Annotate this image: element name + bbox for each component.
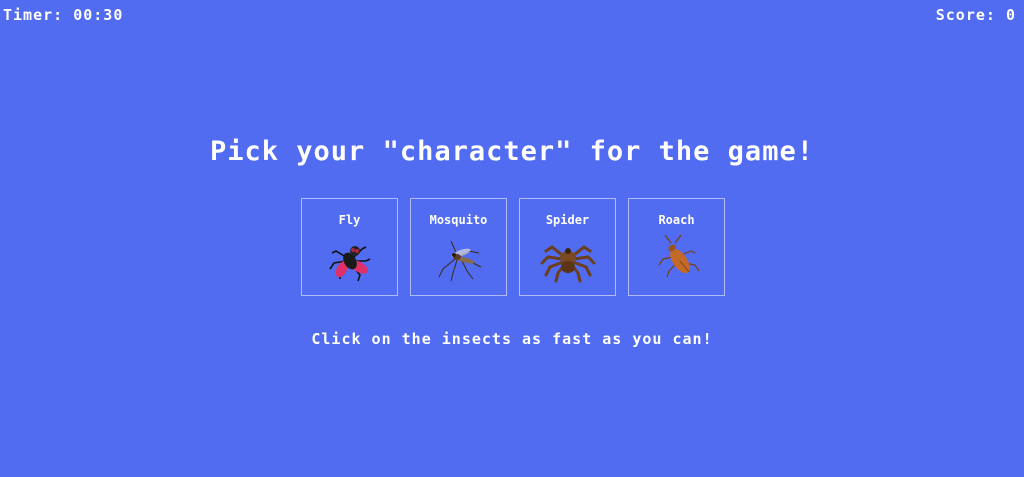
character-card-fly[interactable]: Fly: [301, 198, 398, 296]
instruction-text: Click on the insects as fast as you can!: [311, 330, 713, 348]
character-label-mosquito: Mosquito: [429, 213, 488, 227]
page-title: Pick your "character" for the game!: [210, 136, 814, 167]
character-card-mosquito[interactable]: Mosquito: [410, 198, 507, 296]
character-label-spider: Spider: [545, 213, 590, 227]
character-card-spider[interactable]: Spider: [519, 198, 616, 296]
character-choices: Fly Mosquito Spider Roach: [301, 198, 725, 296]
roach-icon: [647, 233, 707, 285]
character-label-roach: Roach: [658, 213, 695, 227]
timer-display: Timer: 00:30: [3, 6, 124, 24]
character-card-roach[interactable]: Roach: [628, 198, 725, 296]
character-label-fly: Fly: [338, 213, 361, 227]
mosquito-icon: [429, 233, 489, 285]
fly-icon: [320, 233, 380, 285]
score-display: Score: 0: [935, 6, 1016, 24]
spider-icon: [538, 233, 598, 285]
